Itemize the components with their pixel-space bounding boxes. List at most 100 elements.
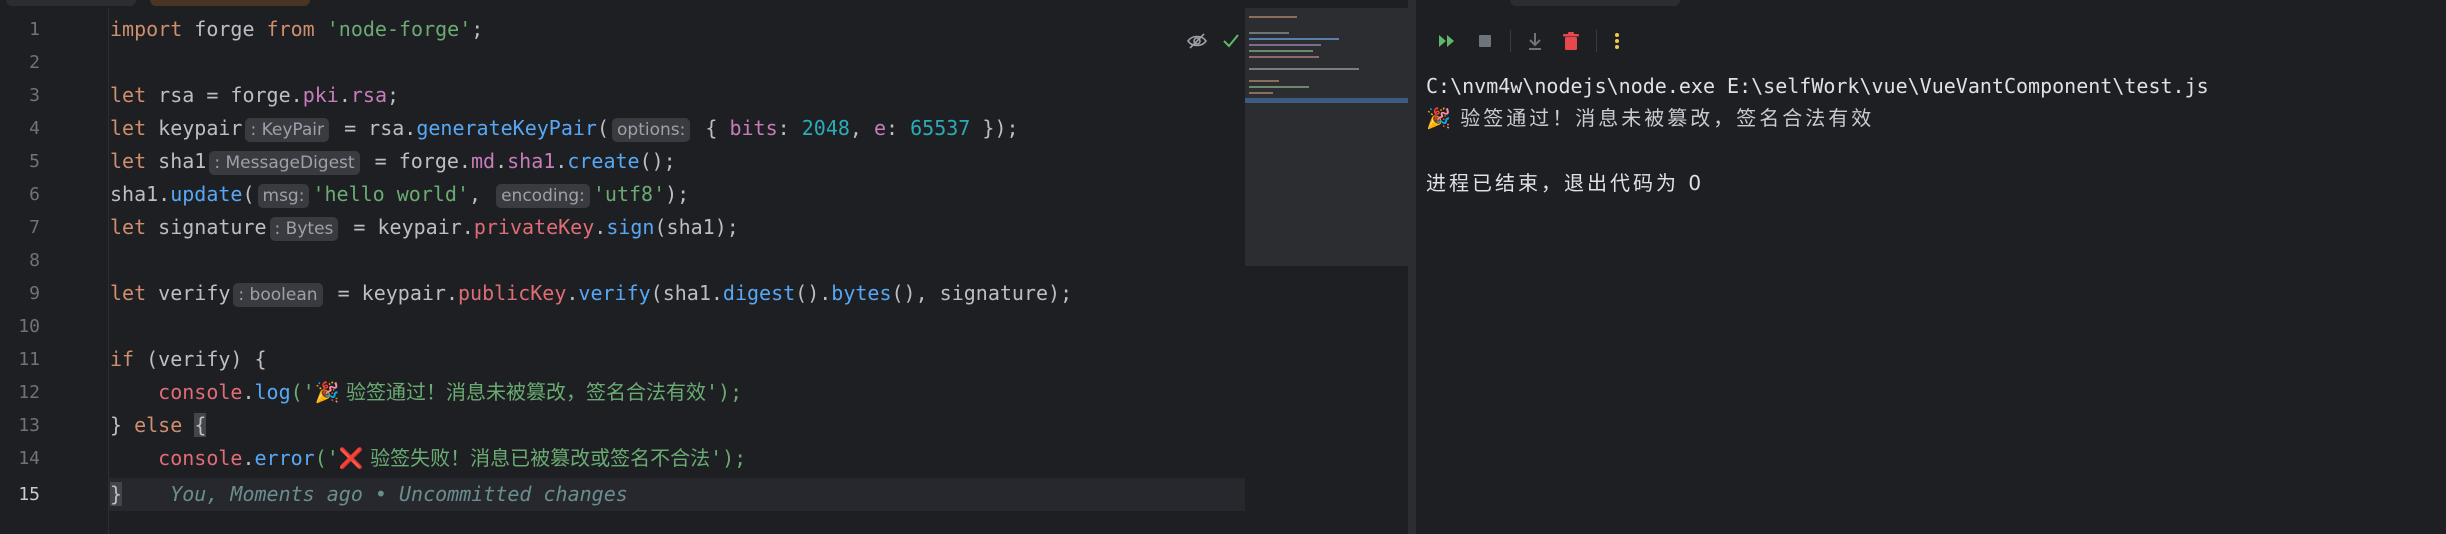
line-number: 6 (29, 184, 40, 205)
line-number: 5 (29, 151, 40, 172)
console-command-line: C:\nvm4w\nodejs\node.exe E:\selfWork\vue… (1426, 74, 2209, 98)
code-line-5[interactable]: let sha1: MessageDigest = forge.md.sha1.… (110, 145, 676, 178)
identifier: forge (398, 149, 459, 173)
punct: (sha1); (654, 215, 739, 239)
function-call: bytes (831, 281, 892, 305)
party-popper-icon: 🎉 (1426, 106, 1451, 130)
git-blame-annotation[interactable]: You, Moments ago • Uncommitted changes (122, 482, 628, 506)
code-line-1[interactable]: import forge from 'node-forge'; (110, 13, 483, 46)
editor-tab[interactable] (6, 0, 136, 6)
line-number: 14 (18, 448, 40, 469)
minimap-line (1249, 38, 1339, 40)
punct: . (242, 446, 255, 470)
code-line-7[interactable]: let signature: Bytes = keypair.privateKe… (110, 211, 739, 244)
punct: . (495, 149, 508, 173)
function-call: create (567, 149, 640, 173)
code-line-15[interactable]: } You, Moments ago • Uncommitted changes (110, 478, 628, 511)
keyword: let (110, 215, 147, 239)
punct: . (458, 149, 471, 173)
number-literal: 65537 (910, 116, 971, 140)
code-line-14[interactable]: console.error('❌ 验签失败！消息已被篡改或签名不合法'); (110, 442, 746, 475)
minimap-line (1249, 80, 1279, 82)
string-literal: 验签失败！消息已被篡改或签名不合法 (363, 446, 711, 470)
punct: ; (471, 17, 484, 41)
punct: ; (386, 83, 400, 107)
eye-off-icon[interactable] (1186, 30, 1208, 52)
trash-icon (1563, 32, 1579, 50)
code-text: (sha1. (650, 281, 723, 305)
line-number: 2 (29, 52, 40, 73)
clear-button[interactable] (1556, 26, 1586, 56)
panel-splitter[interactable] (1408, 0, 1416, 534)
code-text: = keypair. (325, 281, 458, 305)
scroll-to-end-button[interactable] (1520, 26, 1550, 56)
string-literal: 验签通过！消息未被篡改，签名合法有效 (339, 380, 706, 404)
code-text: = (362, 149, 399, 173)
property: pki (302, 83, 339, 107)
run-tab[interactable] (1510, 0, 1680, 6)
string-literal: 'hello world' (312, 182, 469, 206)
property: bits (729, 116, 778, 140)
identifier: signature (146, 215, 267, 239)
code-line-6[interactable]: sha1.update(msg:'hello world', encoding:… (110, 178, 689, 211)
editor-tab-strip (0, 0, 1408, 8)
rerun-icon (1439, 35, 1454, 47)
identifier: console (158, 380, 243, 404)
property: rsa (350, 83, 387, 107)
keyword: else (134, 413, 183, 437)
code-line-3[interactable]: let rsa = forge.pki.rsa; (110, 79, 399, 112)
line-number: 8 (29, 250, 40, 271)
matched-brace: } (110, 482, 123, 506)
string-literal-close: '); (706, 380, 743, 404)
line-number: 12 (18, 382, 40, 403)
keyword: let (110, 281, 147, 305)
code-editor[interactable]: 1 2 3 4 5 6 7 8 9 10 11 12 13 14 15 impo… (0, 8, 1245, 534)
identifier: forge (182, 17, 267, 41)
punct: (); (639, 149, 676, 173)
minimap-line (1249, 92, 1273, 94)
code-line-12[interactable]: console.log('🎉 验签通过！消息未被篡改，签名合法有效'); (110, 376, 742, 409)
rerun-button[interactable] (1432, 26, 1462, 56)
punct: . (594, 215, 607, 239)
identifier: forge (230, 83, 291, 107)
punct: , (469, 182, 494, 206)
code-line-9[interactable]: let verify: boolean = keypair.publicKey.… (110, 277, 1072, 310)
console-success-message: 验签通过！消息未被篡改，签名合法有效 (1450, 106, 1875, 130)
punct: . (242, 380, 255, 404)
line-number: 11 (18, 349, 40, 370)
line-number: 9 (29, 283, 40, 304)
party-popper-icon: 🎉 (314, 380, 340, 404)
line-number: 7 (29, 217, 40, 238)
punct: (). (795, 281, 832, 305)
code-line-11[interactable]: if (verify) { (110, 343, 267, 376)
more-options-button[interactable] (1602, 26, 1632, 56)
code-line-4[interactable]: let keypair: KeyPair = rsa.generateKeyPa… (110, 112, 1019, 145)
string-literal-open: (' (314, 446, 339, 470)
line-number: 4 (29, 118, 40, 139)
function-call: update (170, 182, 243, 206)
keyword: import (110, 17, 183, 41)
property: md (470, 149, 496, 173)
identifier: console (158, 446, 243, 470)
stop-button[interactable] (1470, 26, 1500, 56)
check-icon[interactable] (1220, 30, 1242, 52)
line-number: 3 (29, 85, 40, 106)
console-output-line: 🎉 验签通过！消息未被篡改，签名合法有效 (1426, 103, 1874, 133)
code-line-13[interactable]: } else { (110, 409, 207, 442)
minimap[interactable] (1245, 8, 1408, 266)
punct: ( (242, 182, 255, 206)
toolbar-separator (1596, 30, 1597, 52)
punct: . (290, 83, 303, 107)
line-number: 13 (18, 415, 40, 436)
function-call: digest (722, 281, 796, 305)
parameter-hint: encoding: (496, 184, 590, 208)
code-text: rsa = (146, 83, 231, 107)
identifier: sha1. (110, 182, 171, 206)
string-literal-open: (' (290, 380, 315, 404)
identifier: sha1 (146, 149, 207, 173)
editor-tab-active[interactable] (150, 0, 310, 6)
minimap-viewport[interactable] (1245, 98, 1408, 103)
